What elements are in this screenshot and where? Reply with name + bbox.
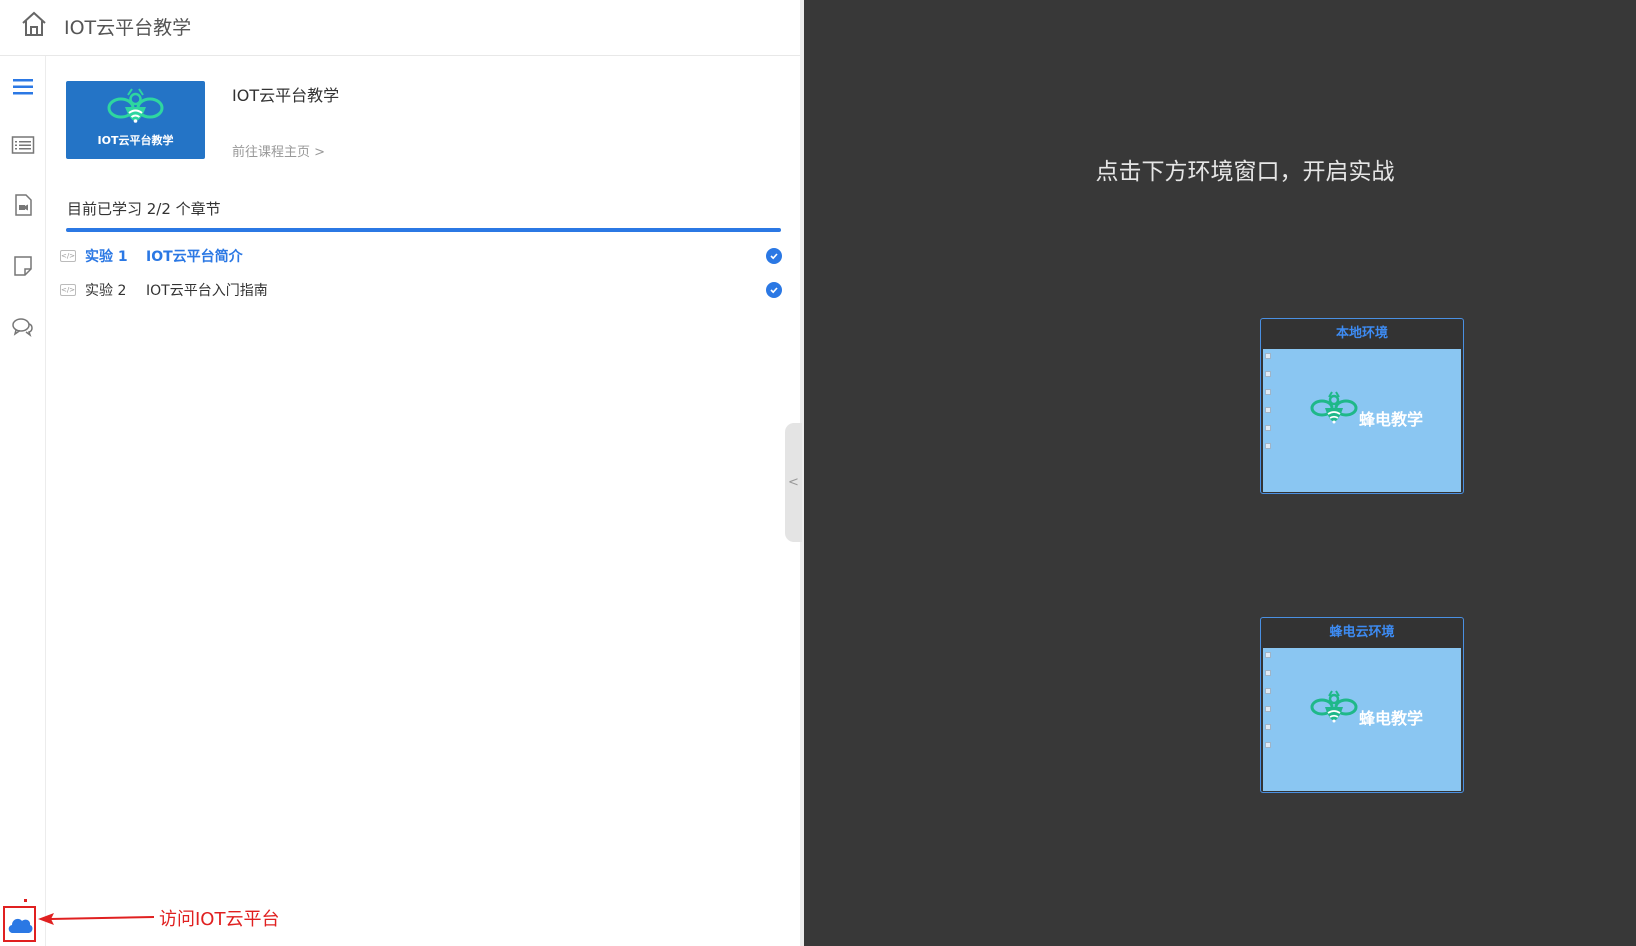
chat-icon[interactable]	[9, 313, 37, 341]
menu-icon[interactable]	[9, 73, 37, 101]
desktop-icons	[1265, 652, 1273, 760]
side-rail	[0, 56, 46, 946]
progress-fill	[66, 228, 781, 232]
env-card-local[interactable]: 本地环境 蜂电教学	[1260, 318, 1464, 494]
check-circle-icon	[766, 282, 782, 298]
annotation-dot	[24, 899, 27, 902]
annotation-arrow	[38, 913, 155, 925]
check-circle-icon	[766, 248, 782, 264]
lesson-item-1[interactable]: </> 实验 1 IOT云平台简介	[60, 243, 782, 269]
header-bar: IOT云平台教学	[0, 0, 800, 56]
lesson-number: 实验 1	[85, 249, 128, 265]
code-icon: </>	[60, 250, 76, 262]
collapse-handle[interactable]: <	[785, 423, 802, 542]
list-icon[interactable]	[9, 131, 37, 159]
thumb-label: IOT云平台教学	[97, 134, 174, 147]
video-doc-icon[interactable]	[9, 191, 37, 219]
env-title: 本地环境	[1335, 326, 1388, 341]
lesson-number: 实验 2	[85, 283, 127, 299]
lesson-name: IOT云平台简介	[146, 249, 243, 265]
env-desktop-preview: 蜂电教学	[1263, 648, 1461, 791]
env-desktop-preview: 蜂电教学	[1263, 349, 1461, 492]
environment-prompt: 点击下方环境窗口，开启实战	[1095, 159, 1395, 185]
env-title: 蜂电云环境	[1329, 625, 1395, 640]
lesson-item-2[interactable]: </> 实验 2 IOT云平台入门指南	[60, 277, 782, 303]
cloud-platform-button[interactable]	[3, 906, 36, 942]
lesson-name: IOT云平台入门指南	[146, 283, 268, 299]
course-thumbnail[interactable]: IOT云平台教学	[66, 81, 205, 159]
code-icon: </>	[60, 284, 76, 296]
progress-bar	[66, 228, 781, 232]
environment-panel: 点击下方环境窗口，开启实战 本地环境 蜂电教学 蜂电云环境 蜂电教学	[804, 0, 1636, 946]
course-panel: IOT云平台教学 IOT云平台教学 IOT云平台教学 前往课程主页 > 目前已学…	[0, 0, 800, 946]
home-icon[interactable]	[19, 9, 49, 39]
cloud-icon	[8, 918, 32, 933]
env-logo-text: 蜂电教学	[1359, 709, 1424, 728]
note-icon[interactable]	[9, 252, 37, 280]
course-home-link[interactable]: 前往课程主页 >	[232, 141, 325, 160]
env-card-cloud[interactable]: 蜂电云环境 蜂电教学	[1260, 617, 1464, 793]
annotation-text: 访问IOT云平台	[159, 909, 280, 930]
desktop-icons	[1265, 353, 1273, 461]
progress-text: 目前已学习 2/2 个章节	[67, 200, 221, 218]
course-title: IOT云平台教学	[232, 86, 340, 105]
env-logo-text: 蜂电教学	[1359, 410, 1424, 429]
page-title: IOT云平台教学	[64, 17, 192, 39]
